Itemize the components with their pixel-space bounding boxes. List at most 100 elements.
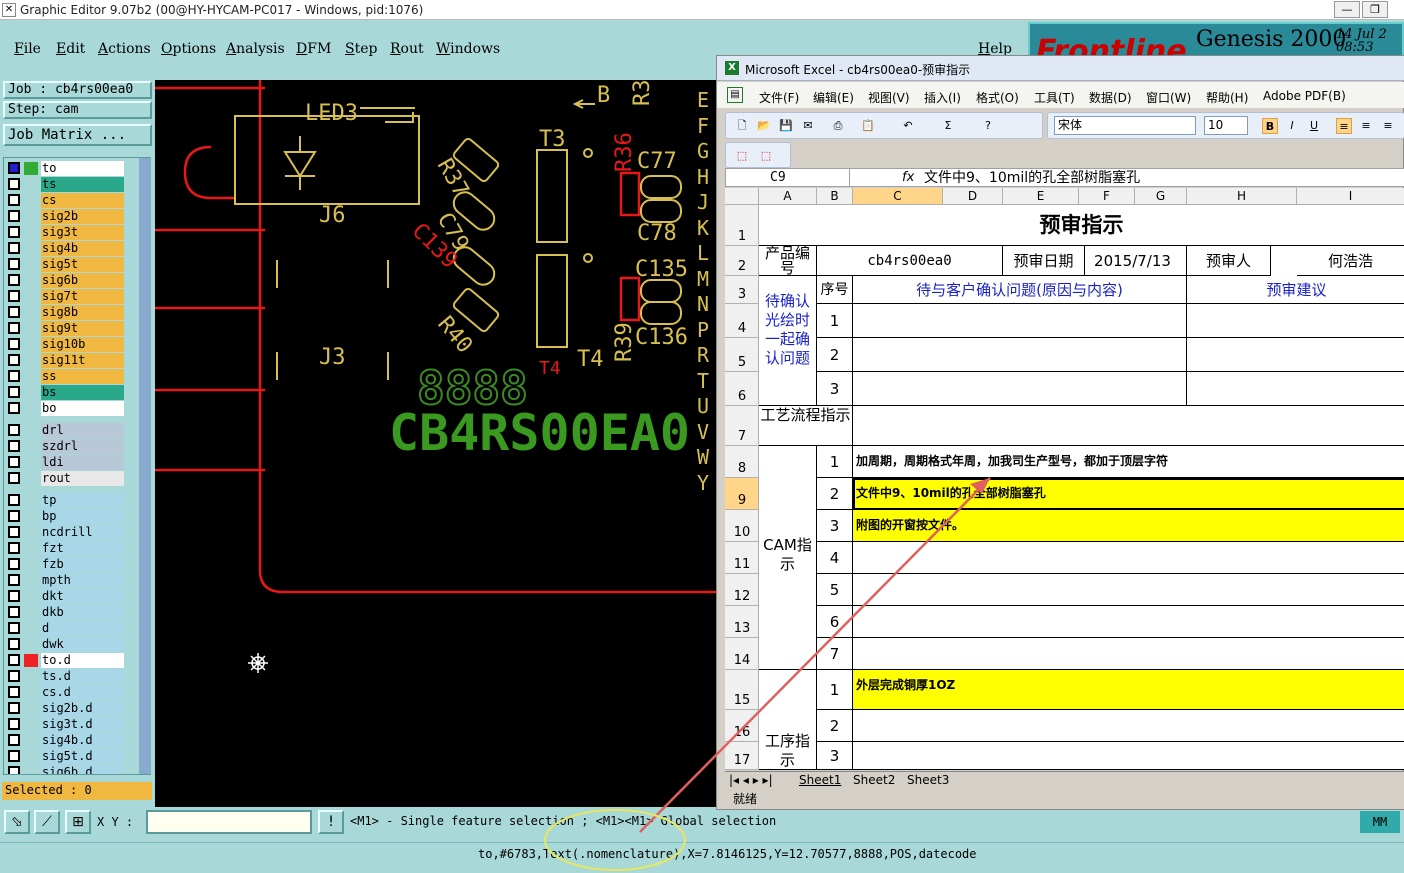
cam-seq[interactable]: 3 (817, 510, 853, 542)
layer-row[interactable]: dwk (6, 636, 126, 652)
layer-checkbox[interactable] (8, 338, 20, 350)
column-header[interactable]: F (1079, 188, 1135, 205)
layer-checkbox[interactable] (8, 456, 20, 468)
layer-checkbox[interactable] (8, 574, 20, 586)
layer-row[interactable]: cs.d (6, 684, 126, 700)
align-center-icon[interactable]: ≡ (1358, 118, 1374, 134)
tab-sheet1[interactable]: Sheet1 (799, 773, 841, 787)
layer-checkbox[interactable] (8, 242, 20, 254)
measure-tool-icon[interactable]: ⟋ (34, 810, 60, 834)
layer-checkbox[interactable] (8, 622, 20, 634)
layer-name[interactable]: dwk (41, 637, 124, 652)
product-no[interactable]: cb4rs00ea0 (817, 246, 1003, 276)
seq-cell[interactable]: 1 (817, 304, 853, 338)
menu-options[interactable]: Options (161, 41, 216, 57)
layer-name[interactable]: rout (41, 471, 124, 486)
layer-name[interactable]: sig6b.d (41, 765, 124, 774)
step-field[interactable]: Step: cam (3, 101, 152, 119)
layer-checkbox[interactable] (8, 290, 20, 302)
product-label[interactable]: 产品编号 (759, 246, 817, 276)
op-item[interactable] (853, 742, 1404, 770)
op-seq[interactable]: 1 (817, 670, 853, 710)
layer-row[interactable]: bo (6, 400, 126, 416)
layer-row[interactable]: sig5t (6, 256, 126, 272)
layer-name[interactable]: sig8b (41, 305, 124, 320)
layer-checkbox[interactable] (8, 654, 20, 666)
column-header[interactable]: B (817, 188, 853, 205)
font-select[interactable]: 宋体 (1054, 116, 1196, 135)
layer-row[interactable]: ncdrill (6, 524, 126, 540)
layer-name[interactable]: cs.d (41, 685, 124, 700)
row-header[interactable]: 17 (725, 742, 759, 770)
cam-item[interactable]: 文件中9、10mil的孔全部树脂塞孔 (853, 478, 1404, 510)
layer-checkbox[interactable] (8, 472, 20, 484)
layer-checkbox[interactable] (8, 494, 20, 506)
advice-cell[interactable] (1187, 372, 1404, 406)
row-header[interactable]: 15 (725, 670, 759, 710)
row-header[interactable]: 8 (725, 446, 759, 478)
layer-checkbox[interactable] (8, 686, 20, 698)
layer-checkbox[interactable] (8, 162, 20, 174)
row-header[interactable]: 16 (725, 710, 759, 742)
layer-row[interactable]: sig6b (6, 272, 126, 288)
row-header[interactable]: 13 (725, 606, 759, 638)
layer-row[interactable]: ts (6, 176, 126, 192)
layer-name[interactable]: tp (41, 493, 124, 508)
layer-row[interactable]: bs (6, 384, 126, 400)
menu-analysis[interactable]: Analysis (226, 41, 285, 57)
layer-checkbox[interactable] (8, 734, 20, 746)
process-cell[interactable] (853, 406, 1404, 446)
layer-row[interactable]: dkb (6, 604, 126, 620)
font-size-select[interactable]: 10 (1204, 116, 1248, 135)
layer-name[interactable]: bp (41, 509, 124, 524)
layer-row[interactable]: sig4b (6, 240, 126, 256)
layer-name[interactable]: fzb (41, 557, 124, 572)
layer-row[interactable]: ss (6, 368, 126, 384)
layer-row[interactable]: sig11t (6, 352, 126, 368)
menu-step[interactable]: Step (345, 41, 377, 57)
formula-input[interactable]: 文件中9、10mil的孔全部树脂塞孔 (924, 169, 1140, 187)
menu-edit[interactable]: Edit (56, 41, 85, 57)
xmenu-window[interactable]: 窗口(W) (1146, 89, 1191, 106)
row-header[interactable]: 7 (725, 406, 759, 446)
menu-dfm[interactable]: DFM (296, 41, 331, 57)
reviewer-label[interactable]: 预审人 (1187, 246, 1271, 276)
seq-header[interactable]: 序号 (817, 276, 853, 304)
row-header[interactable]: 10 (725, 510, 759, 542)
layer-name[interactable]: sig4b (41, 241, 124, 256)
layer-name[interactable]: ss (41, 369, 124, 384)
layer-checkbox[interactable] (8, 440, 20, 452)
row-header[interactable]: 14 (725, 638, 759, 670)
layer-name[interactable]: sig2b (41, 209, 124, 224)
layer-row[interactable]: sig4b.d (6, 732, 126, 748)
cam-item[interactable]: 加周期，周期格式年周，加我司生产型号，都加于顶层字符 (853, 446, 1404, 478)
italic-icon[interactable]: I (1284, 118, 1300, 134)
column-header[interactable]: H (1187, 188, 1297, 205)
pdf-convert-icon[interactable]: ⬚ (734, 148, 750, 164)
reviewer-name[interactable]: 何浩浩 (1297, 246, 1404, 276)
xmenu-help[interactable]: 帮助(H) (1206, 89, 1248, 106)
layer-row[interactable]: sig2b.d (6, 700, 126, 716)
layer-name[interactable]: bs (41, 385, 124, 400)
issue-cell[interactable] (853, 372, 1187, 406)
layer-name[interactable]: to (41, 161, 124, 176)
layer-row[interactable]: fzt (6, 540, 126, 556)
xmenu-file[interactable]: 文件(F) (759, 89, 799, 106)
layer-list-scrollbar[interactable] (139, 158, 151, 774)
issue-cell[interactable] (853, 304, 1187, 338)
layer-row[interactable]: mpth (6, 572, 126, 588)
align-left-icon[interactable]: ≡ (1336, 118, 1352, 134)
layer-name[interactable]: sig5t (41, 257, 124, 272)
xmenu-tools[interactable]: 工具(T) (1034, 89, 1075, 106)
open-icon[interactable]: 📂 (756, 118, 772, 134)
layer-row[interactable]: bp (6, 508, 126, 524)
layer-name[interactable]: sig10b (41, 337, 124, 352)
layer-row[interactable]: sig5t.d (6, 748, 126, 764)
autosum-icon[interactable]: Σ (940, 118, 956, 134)
process-label[interactable]: 工艺流程指示 (759, 406, 853, 446)
layer-checkbox[interactable] (8, 424, 20, 436)
cam-seq[interactable]: 6 (817, 606, 853, 638)
layer-row[interactable]: sig8b (6, 304, 126, 320)
layer-row[interactable]: sig9t (6, 320, 126, 336)
layer-row[interactable]: sig7t (6, 288, 126, 304)
